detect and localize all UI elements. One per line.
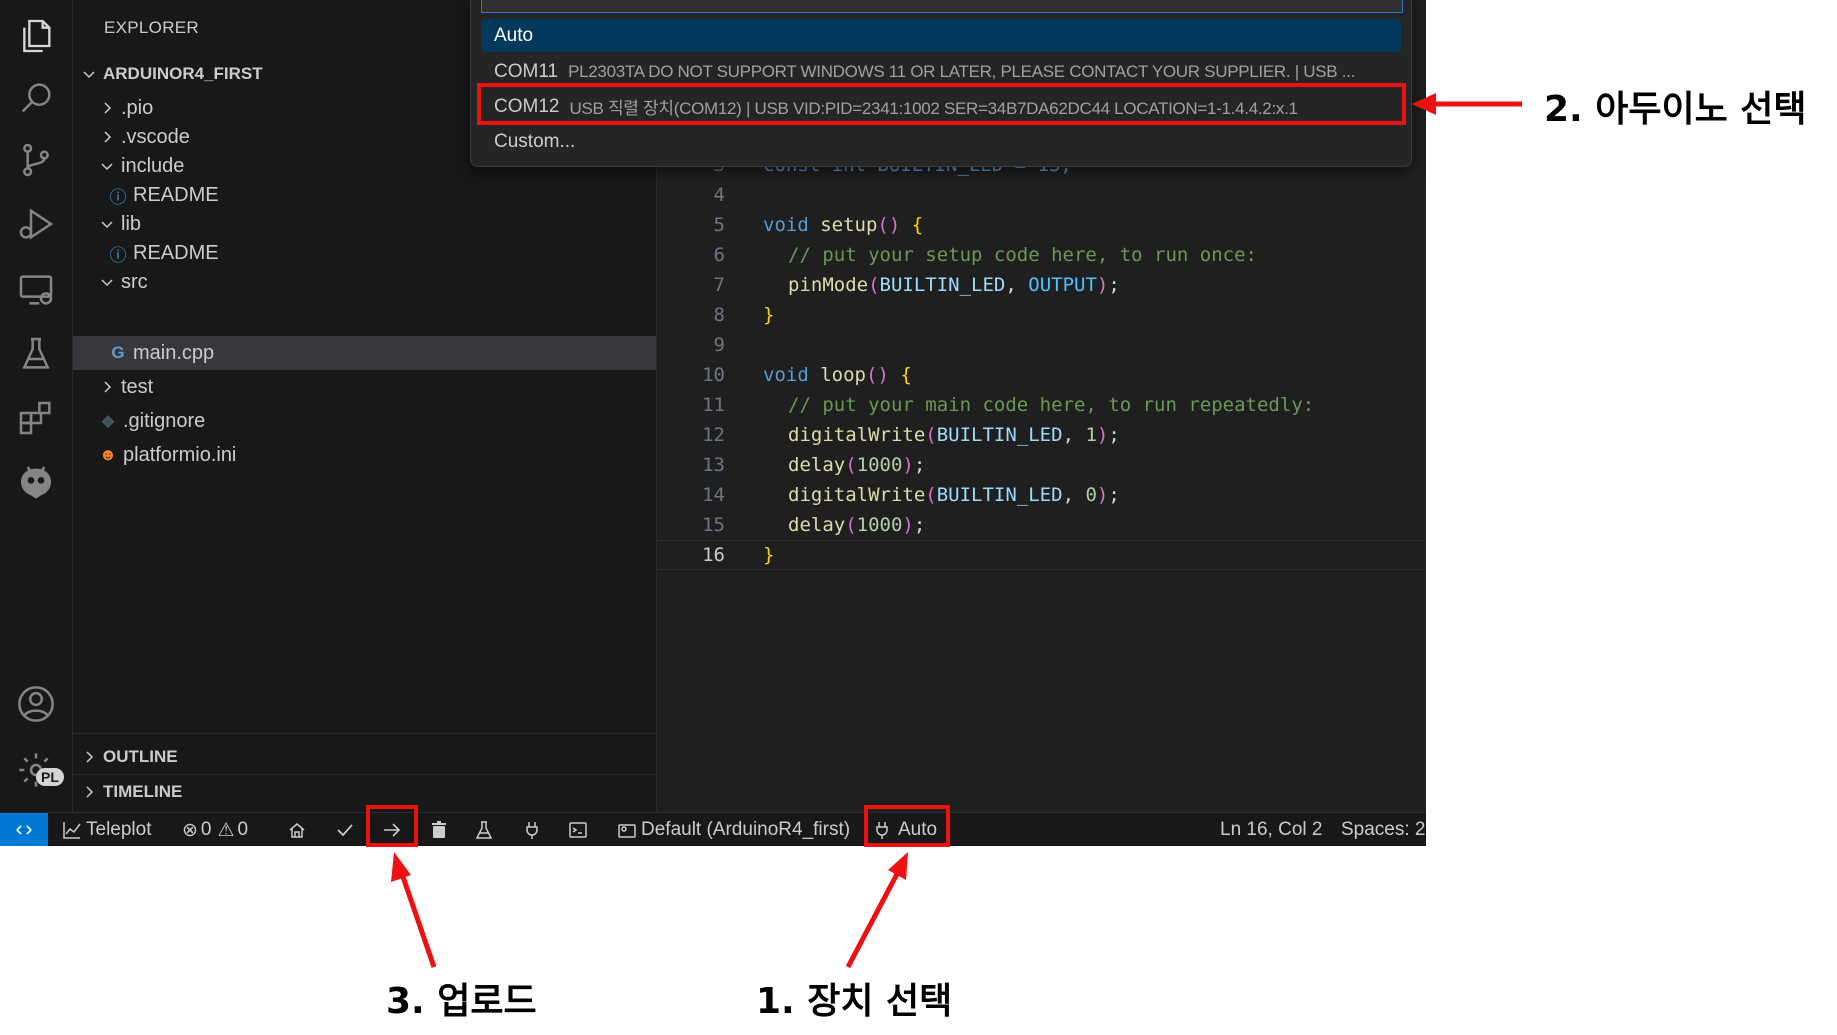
arrow-to-com12 [1412,93,1522,115]
arrow-to-upload [391,852,437,968]
annotation-select-arduino: 2. 아두이노 선택 [1544,89,1807,130]
annotation-upload: 3. 업로드 [386,981,537,1022]
arrow-to-port [845,852,908,969]
annotation-arrows [391,93,1522,969]
annotation-select-device: 1. 장치 선택 [756,981,953,1022]
